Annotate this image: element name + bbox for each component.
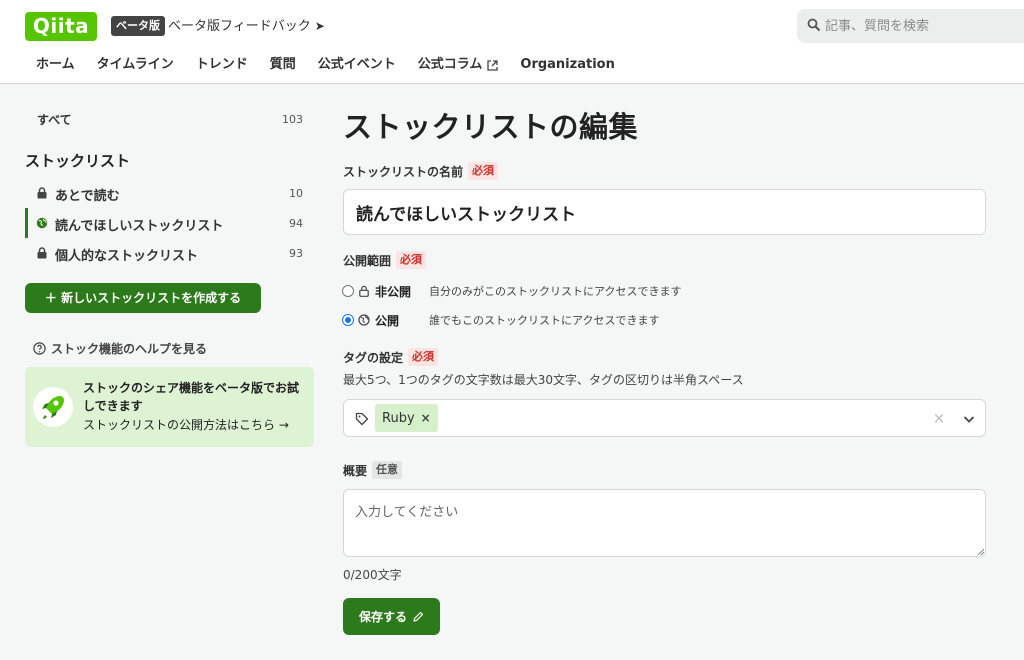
create-stocklist-button[interactable]: ＋ 新しいストックリストを作成する	[25, 283, 261, 313]
summary-field-label-text: 概要	[343, 463, 368, 478]
tag-chip-label: Ruby	[382, 410, 415, 426]
radio-description: 誰でもこのストックリストにアクセスできます	[429, 314, 660, 327]
radio-label: 公開	[375, 313, 400, 328]
lock-icon	[37, 187, 47, 199]
nav-official-column-label: 公式コラム	[417, 57, 483, 72]
nav-trend[interactable]: トレンド	[196, 54, 248, 76]
lock-icon	[37, 247, 47, 259]
main-nav: ホーム タイムライン トレンド 質問 公式イベント 公式コラム Organiza…	[26, 54, 626, 76]
character-counter: 0/200文字	[343, 568, 402, 582]
nav-questions[interactable]: 質問	[270, 54, 296, 76]
required-badge: 必須	[468, 162, 499, 180]
stock-help-link[interactable]: ストック機能のヘルプを見る	[33, 339, 207, 357]
nav-home[interactable]: ホーム	[36, 54, 75, 76]
radio-public[interactable]	[342, 314, 354, 326]
tags-field-label: タグの設定 必須	[343, 347, 439, 367]
clear-tags-icon[interactable]: ×	[931, 410, 947, 426]
optional-badge: 任意	[372, 461, 403, 479]
external-link-icon	[487, 59, 499, 71]
promo-title: ストックのシェア機能をベータ版でお試しできます	[83, 381, 300, 413]
save-button[interactable]: 保存する	[343, 598, 440, 635]
sidebar-item-label: 読んでほしいストックリスト	[55, 219, 224, 234]
rocket-icon	[33, 387, 73, 427]
visibility-field-label: 公開範囲 必須	[343, 250, 427, 270]
page-title: ストックリストの編集	[343, 110, 639, 144]
sidebar-item-label: 個人的なストックリスト	[55, 249, 199, 264]
name-field-label: ストックリストの名前 必須	[343, 161, 499, 181]
name-field-label-text: ストックリストの名前	[343, 164, 464, 179]
beta-feedback-link[interactable]: ベータ版フィードバック ➤	[168, 16, 325, 36]
visibility-option-public[interactable]: 公開 誰でもこのストックリストにアクセスできます	[342, 310, 659, 330]
nav-organization[interactable]: Organization	[520, 54, 614, 76]
nav-timeline[interactable]: タイムライン	[97, 54, 174, 76]
sidebar-item-count: 10	[289, 187, 303, 200]
radio-private[interactable]	[342, 285, 354, 297]
chevron-down-icon[interactable]	[962, 412, 976, 426]
beta-badge: ベータ版	[111, 16, 165, 36]
send-icon: ➤	[314, 19, 325, 33]
nav-official-events[interactable]: 公式イベント	[318, 54, 396, 76]
sidebar-item-label: すべて	[37, 113, 72, 127]
promo-link[interactable]: ストックリストの公開方法はこちら →	[83, 416, 289, 434]
sidebar-heading: ストックリスト	[25, 152, 131, 170]
top-header: Qiita ベータ版 ベータ版フィードバック➤ ホーム タイムライン トレンド …	[0, 0, 1024, 84]
help-circle-icon	[33, 341, 46, 355]
stocklist-name-input[interactable]	[343, 189, 986, 235]
tags-field-label-text: タグの設定	[343, 350, 404, 365]
lock-icon	[359, 285, 369, 297]
sidebar-item-personal[interactable]: 個人的なストックリスト 93	[25, 238, 315, 268]
summary-textarea[interactable]	[343, 489, 986, 557]
required-badge: 必須	[396, 251, 427, 269]
sidebar-item-read-later[interactable]: あとで読む 10	[25, 178, 315, 208]
search-box[interactable]	[797, 9, 1024, 43]
tags-hint: 最大5つ、1つのタグの文字数は最大30文字、タグの区切りは半角スペース	[343, 373, 744, 387]
tags-input[interactable]: Ruby × ×	[343, 399, 986, 437]
required-badge: 必須	[408, 348, 439, 366]
save-button-label: 保存する	[358, 610, 407, 624]
resize-handle-icon[interactable]	[977, 548, 984, 555]
tag-icon	[355, 412, 369, 426]
pencil-icon	[413, 611, 424, 622]
globe-icon	[36, 217, 48, 229]
beta-feedback-label: ベータ版フィードバック	[168, 19, 311, 34]
promo-link-label: ストックリストの公開方法はこちら	[83, 418, 276, 432]
qiita-logo[interactable]: Qiita	[25, 12, 97, 41]
search-input[interactable]	[825, 9, 1024, 43]
sidebar-item-count: 94	[289, 217, 303, 230]
sidebar-item-count: 103	[282, 113, 303, 126]
search-icon	[807, 18, 821, 32]
sidebar-item-count: 93	[289, 247, 303, 260]
visibility-field-label-text: 公開範囲	[343, 253, 392, 268]
radio-description: 自分のみがこのストックリストにアクセスできます	[429, 285, 682, 298]
tag-chip: Ruby ×	[375, 404, 438, 432]
share-feature-promo: ストックのシェア機能をベータ版でお試しできます ストックリストの公開方法はこちら…	[25, 367, 314, 447]
sidebar-item-label: あとで読む	[55, 189, 120, 204]
stock-help-label: ストック機能のヘルプを見る	[51, 341, 208, 356]
remove-tag-icon[interactable]: ×	[421, 411, 431, 425]
sidebar-item-all[interactable]: すべて 103	[25, 108, 315, 132]
nav-official-column[interactable]: 公式コラム	[418, 54, 499, 76]
sidebar-item-want-read[interactable]: 読んでほしいストックリスト 94	[25, 208, 315, 238]
globe-icon	[358, 314, 370, 326]
radio-label: 非公開	[375, 284, 412, 299]
summary-field-label: 概要 任意	[343, 460, 403, 480]
arrow-right-icon: →	[275, 418, 289, 432]
visibility-option-private[interactable]: 非公開 自分のみがこのストックリストにアクセスできます	[342, 281, 681, 301]
